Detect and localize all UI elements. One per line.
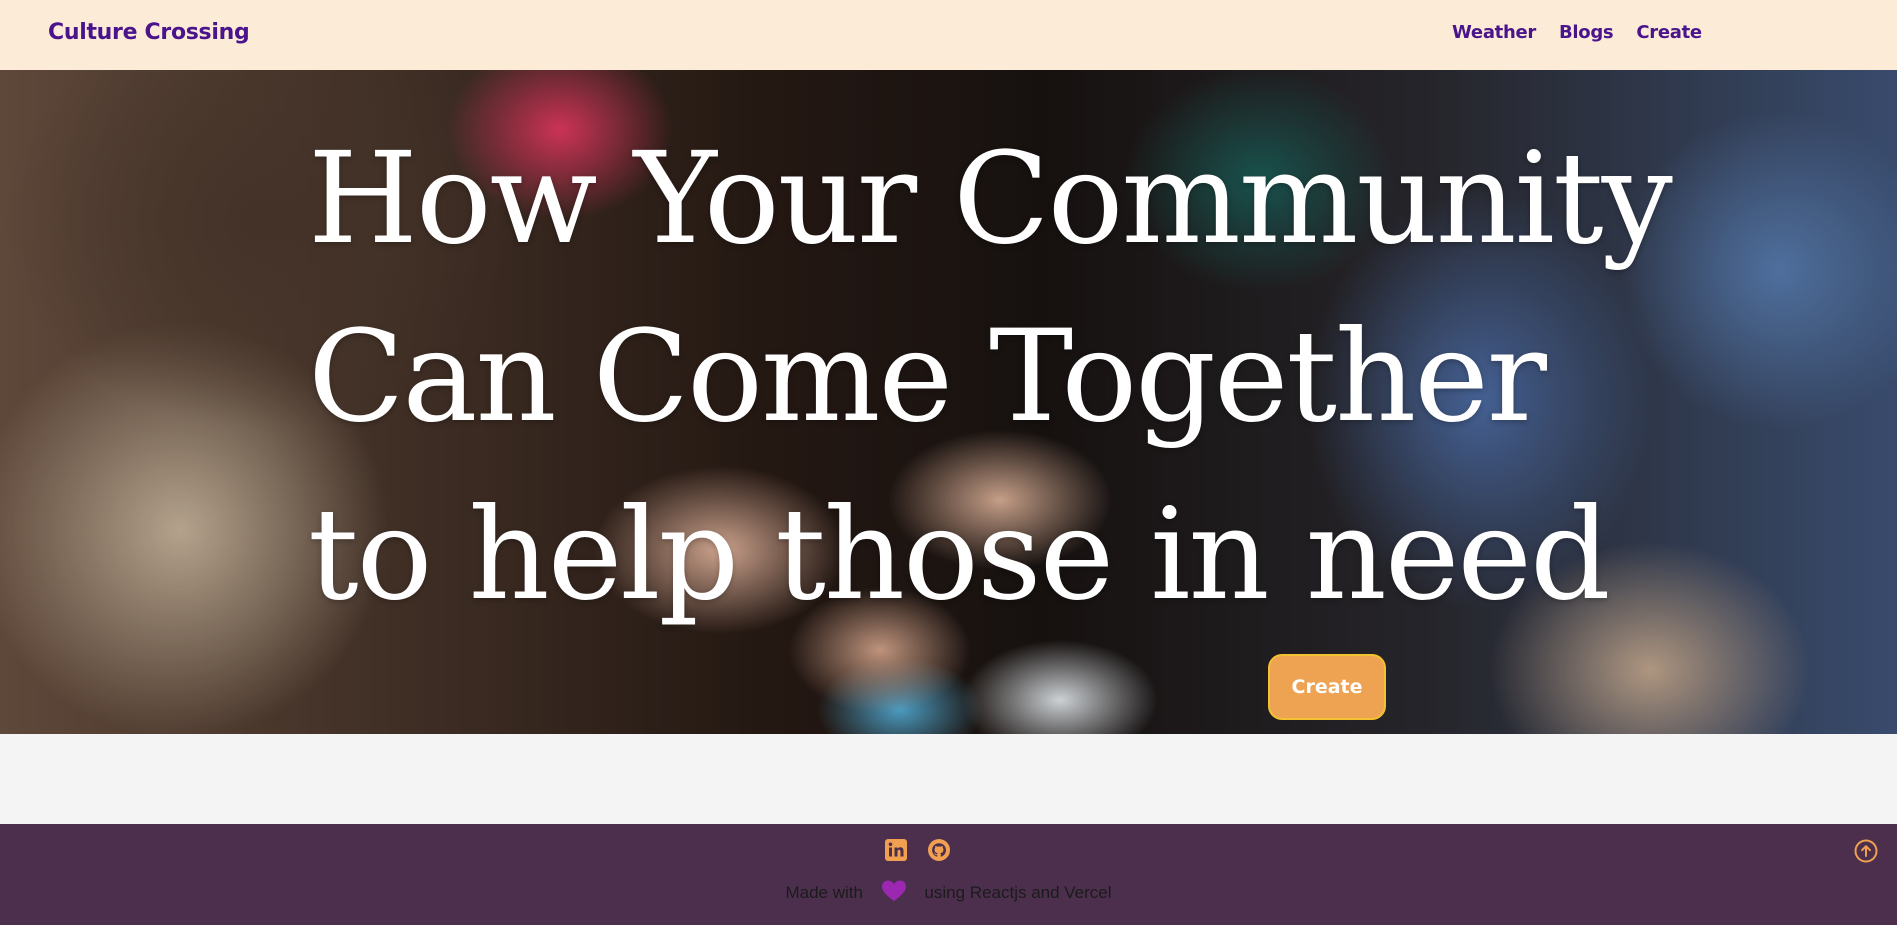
- nav-link-blogs[interactable]: Blogs: [1559, 22, 1614, 43]
- hero-title: How Your Community Can Come Together to …: [308, 110, 1673, 644]
- nav-link-weather[interactable]: Weather: [1452, 22, 1536, 43]
- nav-link-create[interactable]: Create: [1636, 22, 1702, 43]
- hero-title-line: to help those in need: [308, 481, 1611, 628]
- create-button[interactable]: Create: [1268, 654, 1386, 720]
- made-with-prefix: Made with: [785, 882, 863, 902]
- heart-icon: [881, 880, 906, 907]
- nav-links: Weather Blogs Create: [1452, 22, 1702, 43]
- made-with-suffix: using Reactjs and Vercel: [924, 882, 1112, 902]
- brand-logo-link[interactable]: Culture Crossing: [48, 20, 250, 45]
- hero-title-line: Can Come Together: [308, 303, 1547, 450]
- social-links: [884, 838, 951, 862]
- made-with-text: Made with using Reactjs and Vercel: [0, 880, 1897, 907]
- footer: Made with using Reactjs and Vercel: [0, 824, 1897, 925]
- linkedin-icon[interactable]: [884, 838, 908, 862]
- hero-banner: How Your Community Can Come Together to …: [0, 70, 1897, 734]
- github-icon[interactable]: [927, 838, 951, 862]
- arrow-up-circle-icon[interactable]: [1853, 838, 1879, 864]
- hero-title-line: How Your Community: [308, 125, 1673, 272]
- navbar: Culture Crossing Weather Blogs Create: [0, 0, 1897, 70]
